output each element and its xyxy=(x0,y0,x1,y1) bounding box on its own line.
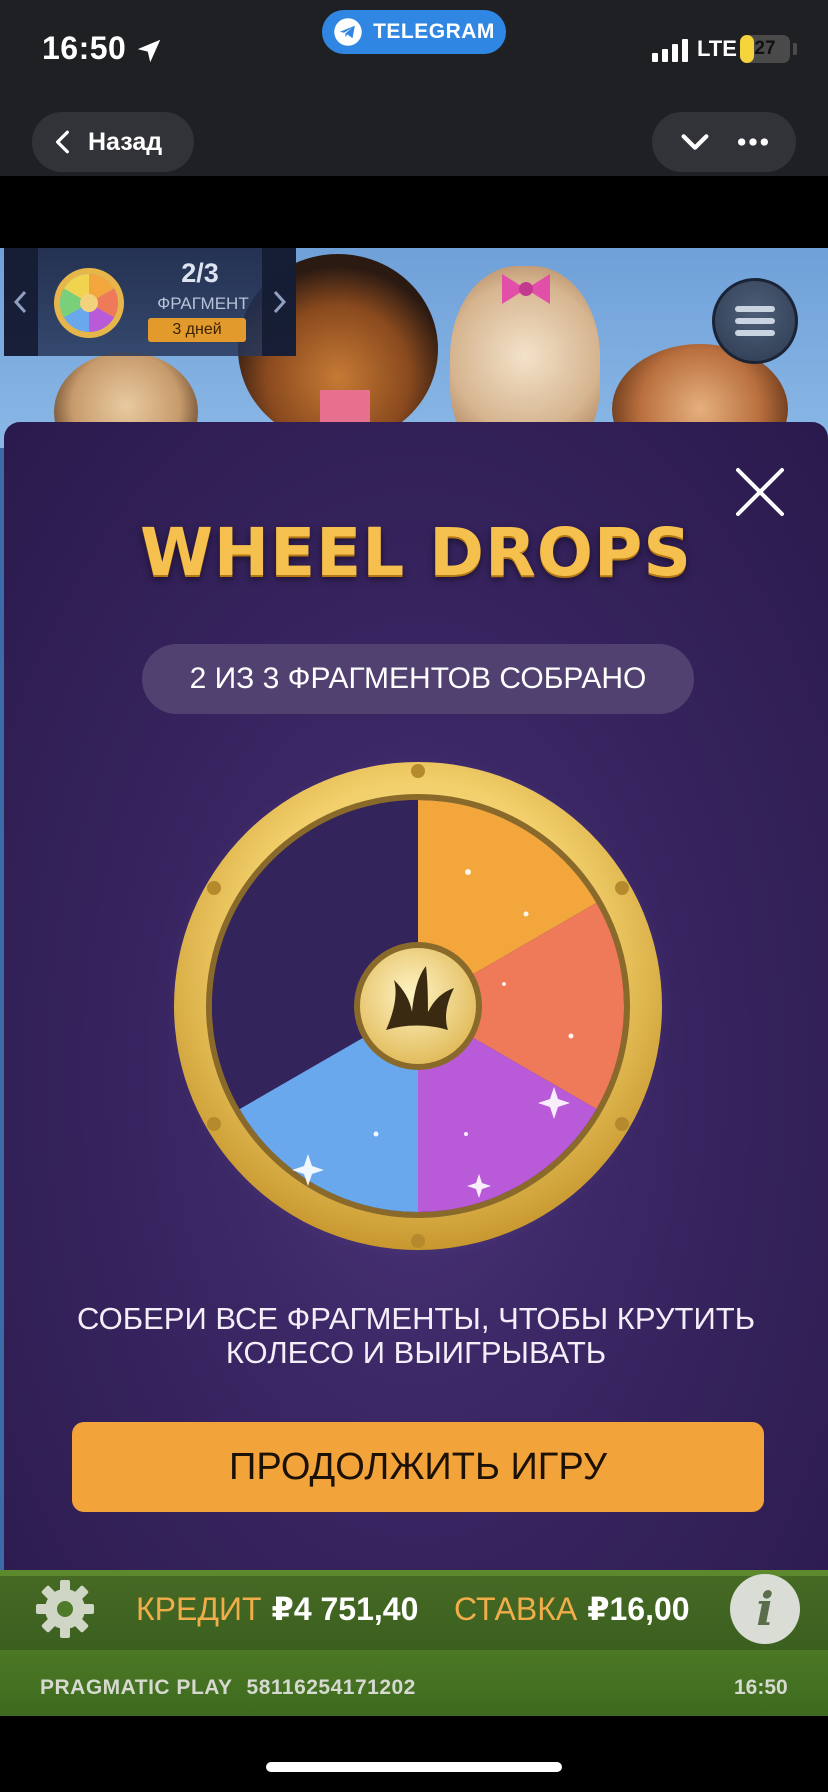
chevron-down-icon[interactable] xyxy=(678,125,712,159)
network-type: LTE xyxy=(697,36,737,61)
panel-prev-button[interactable] xyxy=(4,248,38,356)
fragment-wheel xyxy=(166,754,670,1258)
stake-label: СТАВКА xyxy=(454,1591,578,1627)
telegram-header: 16:50 TELEGRAM LTE 27 Назад xyxy=(0,0,828,176)
credit-label: КРЕДИТ xyxy=(136,1591,262,1627)
chevron-left-icon xyxy=(13,290,27,314)
modal-description: СОБЕРИ ВСЕ ФРАГМЕНТЫ, ЧТОБЫ КРУТИТЬ КОЛЕ… xyxy=(76,1301,756,1370)
game-view: 2/3 ФРАГМЕНТ 3 дней WHEEL DROPS 2 ИЗ 3 Ф… xyxy=(0,248,828,1716)
wheel-drops-modal: WHEEL DROPS 2 ИЗ 3 ФРАГМЕНТОВ СОБРАНО СО… xyxy=(4,422,828,1618)
header-actions xyxy=(652,112,796,172)
info-icon[interactable]: i xyxy=(730,1574,800,1644)
panel-next-button[interactable] xyxy=(262,248,296,356)
location-arrow-icon xyxy=(137,39,161,63)
fragment-panel[interactable]: 2/3 ФРАГМЕНТ 3 дней xyxy=(4,248,296,356)
chevron-right-icon xyxy=(273,290,287,314)
footer-time: 16:50 xyxy=(734,1676,788,1699)
credit-display: КРЕДИТ ₽4 751,40 xyxy=(136,1590,418,1628)
chevron-left-icon xyxy=(55,130,69,154)
pink-bow-icon xyxy=(502,274,550,304)
continue-game-button[interactable]: ПРОДОЛЖИТЬ ИГРУ xyxy=(72,1422,764,1512)
footer-info: PRAGMATIC PLAY 58116254171202 xyxy=(40,1676,416,1700)
game-menu-button[interactable] xyxy=(712,278,798,364)
more-dots-icon[interactable] xyxy=(736,125,770,159)
session-id: 58116254171202 xyxy=(246,1676,416,1699)
hamburger-menu-icon xyxy=(735,306,775,336)
mini-wheel-icon xyxy=(54,268,124,338)
fragment-label: ФРАГМЕНТ xyxy=(157,294,249,313)
telegram-pill[interactable]: TELEGRAM xyxy=(322,10,506,54)
back-label: Назад xyxy=(88,127,163,156)
battery-icon: 27 xyxy=(740,35,790,63)
signal-icon xyxy=(652,38,688,62)
status-time: 16:50 xyxy=(42,30,127,66)
home-indicator[interactable] xyxy=(266,1762,562,1772)
provider-name: PRAGMATIC PLAY xyxy=(40,1676,233,1699)
back-button[interactable]: Назад xyxy=(32,112,194,172)
fragment-count: 2/3 xyxy=(181,258,219,288)
telegram-plane-icon xyxy=(334,18,362,46)
telegram-pill-label: TELEGRAM xyxy=(373,20,495,43)
gear-icon[interactable] xyxy=(34,1578,96,1640)
close-icon[interactable] xyxy=(732,464,788,520)
credit-value: ₽4 751,40 xyxy=(271,1591,419,1627)
stake-display[interactable]: СТАВКА ₽16,00 xyxy=(454,1590,690,1628)
fragment-days-badge: 3 дней xyxy=(148,318,246,342)
stake-value: ₽16,00 xyxy=(587,1591,690,1627)
modal-title: WHEEL DROPS xyxy=(140,514,692,591)
battery-level: 27 xyxy=(754,38,776,59)
fragments-progress: 2 ИЗ 3 ФРАГМЕНТОВ СОБРАНО xyxy=(142,644,694,714)
